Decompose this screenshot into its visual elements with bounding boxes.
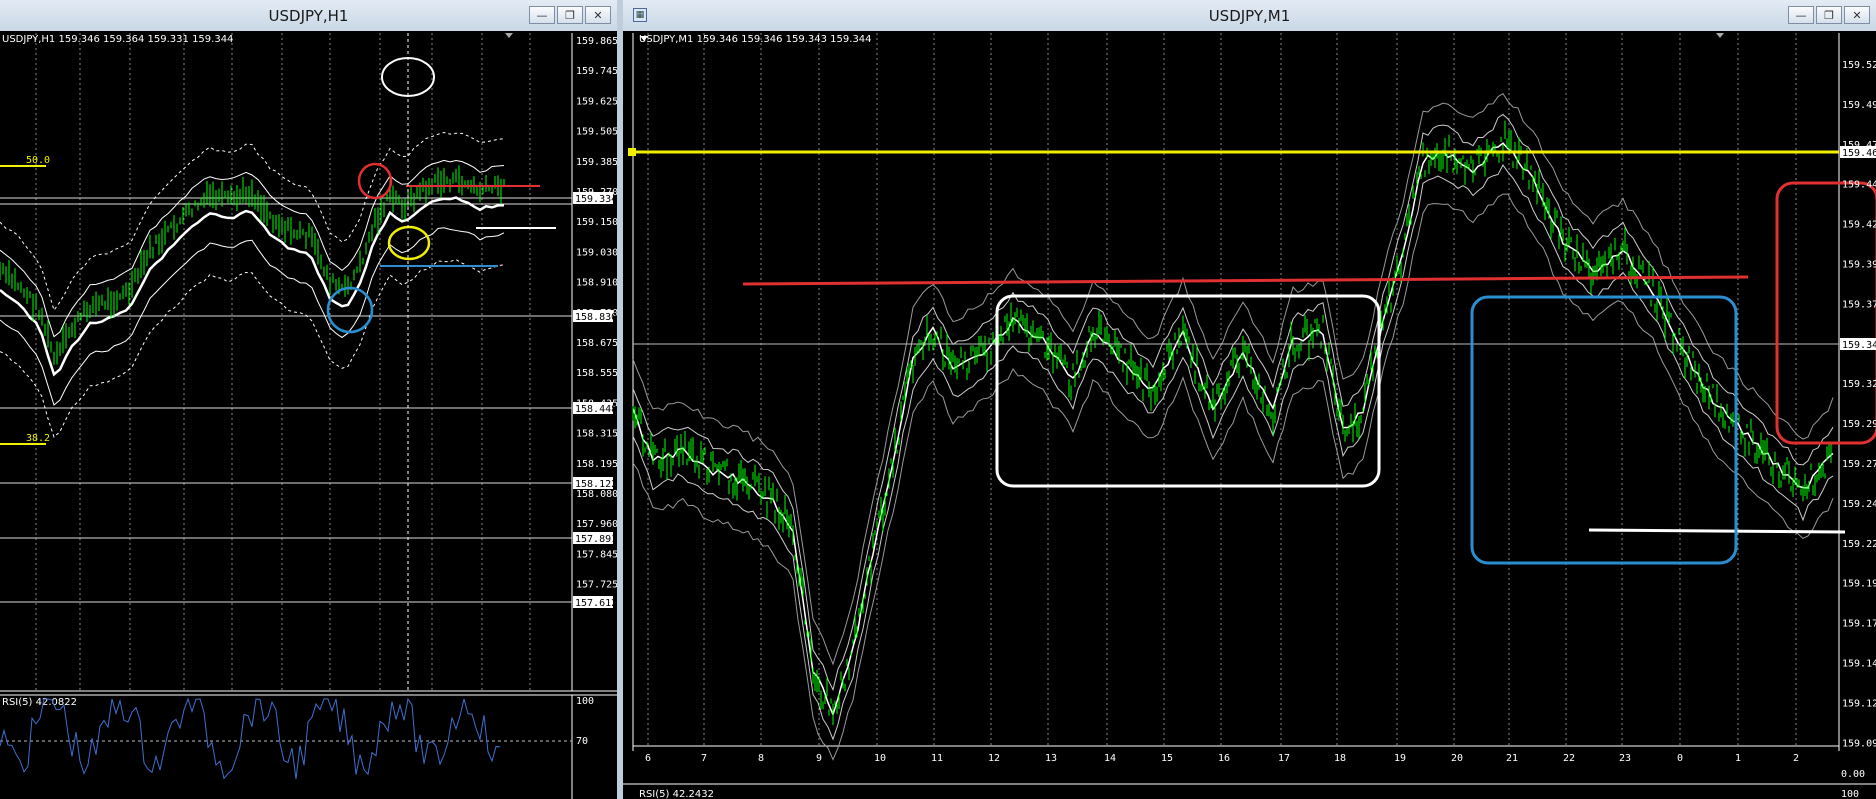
restore-icon[interactable]: ❐ [557,6,583,24]
svg-text:158.830: 158.830 [575,312,617,323]
svg-text:158.448: 158.448 [575,404,617,415]
price-marker-box: 157.891 [573,532,617,545]
price-tick-label: 157.845 [576,549,617,560]
time-axis-label: 12 [988,753,1000,764]
price-tick-label: 159.030 [576,247,617,258]
price-marker-box: 157.612 [573,596,617,609]
time-axis-label: 9 [816,753,822,764]
fib-382-label: 38.2 [26,433,50,444]
time-axis-label: 20 [1451,753,1463,764]
fib-50-label: 50.0 [26,155,50,166]
svg-text:159.467: 159.467 [1842,148,1876,159]
price-tick-label: 158.315 [576,429,617,440]
chart-window-h1[interactable]: USDJPY,H1 — ❐ ✕ 50.0 38.2 159.865 159.74… [0,0,617,799]
price-tick-label: 159.150 [576,217,617,228]
svg-text:159.344: 159.344 [1842,340,1876,351]
time-axis-label: 18 [1334,753,1346,764]
price-tick-label: 158.555 [576,368,617,379]
price-tick-label: 159.865 [576,36,617,47]
price-tick-label: 159.170 [1842,619,1876,630]
window-title-h1: USDJPY,H1 [268,7,349,25]
close-icon[interactable]: ✕ [585,6,611,24]
close-icon[interactable]: ✕ [1844,6,1870,24]
price-marker-box: 158.830 [573,310,617,323]
price-marker-box: 159.467 [1840,146,1876,159]
price-marker-box: 159.334 [573,192,617,205]
price-tick-label: 158.675 [576,338,617,349]
price-tick-label: 159.320 [1842,379,1876,390]
time-axis-label: 14 [1104,753,1116,764]
price-tick-label: 159.195 [1842,579,1876,590]
white-support-line [1588,528,1846,534]
rsi-scale-100-m1: 100 [1841,789,1859,799]
price-tick-label: 159.625 [576,96,617,107]
price-tick-label: 159.385 [576,157,617,168]
minimize-icon[interactable]: — [529,6,555,24]
price-marker-box: 159.344 [1840,338,1876,351]
time-axis-label: 21 [1506,753,1518,764]
time-axis-label: 7 [701,753,707,764]
window-titlebar-m1[interactable]: ▦ USDJPY,M1 — ❐ ✕ [623,0,1876,32]
time-axis-label: 15 [1161,753,1173,764]
price-tick-label: 157.725 [576,580,617,591]
price-tick-label: 159.520 [1842,60,1876,71]
price-marker-box: 158.122 [573,477,617,490]
price-tick-label: 159.220 [1842,539,1876,550]
price-tick-label: 158.910 [576,278,617,289]
rsi-scale-0-m1: 0.00 [1841,769,1865,780]
rsi-scale-70-h1: 70 [576,736,588,747]
price-tick-label: 157.960 [576,519,617,530]
price-tick-label: 159.295 [1842,419,1876,430]
price-tick-label: 159.245 [1842,499,1876,510]
price-tick-label: 159.495 [1842,100,1876,111]
price-tick-label: 159.120 [1842,698,1876,709]
price-chart-h1[interactable]: 50.0 38.2 159.865 159.745 159.625 159.505 15… [0,31,617,799]
time-axis-label: 19 [1394,753,1406,764]
time-axis-label: 23 [1619,753,1631,764]
price-tick-label: 158.195 [576,459,617,470]
time-axis-label: 22 [1563,753,1575,764]
price-tick-label: 159.420 [1842,220,1876,231]
time-axis-label: 11 [931,753,943,764]
restore-icon[interactable]: ❐ [1816,6,1842,24]
time-axis-label: 13 [1045,753,1057,764]
price-tick-label: 159.095 [1842,738,1876,749]
price-tick-label: 159.505 [576,127,617,138]
time-axis-label: 17 [1278,753,1290,764]
time-axis-label: 6 [645,753,651,764]
minimize-icon[interactable]: — [1788,6,1814,24]
price-tick-label: 158.080 [576,489,617,500]
price-marker-box: 158.448 [573,402,617,415]
price-tick-label: 159.145 [1842,659,1876,670]
svg-text:157.612: 157.612 [575,598,617,609]
chart-info-m1: USDJPY,M1 159.346 159.346 159.343 159.34… [639,34,872,45]
window-titlebar-h1[interactable]: USDJPY,H1 — ❐ ✕ [0,0,617,32]
price-tick-label: 159.745 [576,66,617,77]
window-title-m1: USDJPY,M1 [1208,7,1291,25]
price-chart-m1[interactable]: 159.520159.495159.470159.445159.420159.3… [623,31,1876,799]
time-axis-label: 16 [1218,753,1230,764]
time-axis-label: 0 [1677,753,1683,764]
chart-window-m1[interactable]: ▦ USDJPY,M1 — ❐ ✕ 159.520159.495159.4701… [623,0,1876,799]
chart-info-h1: USDJPY,H1 159.346 159.364 159.331 159.34… [2,34,233,45]
time-axis-label: 2 [1793,753,1799,764]
price-tick-label: 159.395 [1842,260,1876,271]
svg-text:158.122: 158.122 [575,479,617,490]
time-axis-label: 8 [758,753,764,764]
svg-text:157.891: 157.891 [575,534,617,545]
rsi-label-m1: RSI(5) 42.2432 [639,789,714,799]
rsi-scale-100-h1: 100 [576,696,594,707]
svg-text:159.334: 159.334 [575,194,617,205]
time-axis-label: 1 [1735,753,1741,764]
price-tick-label: 159.370 [1842,299,1876,310]
rsi-label-h1: RSI(5) 42.0822 [2,697,77,708]
time-axis-label: 10 [874,753,886,764]
price-tick-label: 159.445 [1842,180,1876,191]
price-tick-label: 159.270 [1842,459,1876,470]
